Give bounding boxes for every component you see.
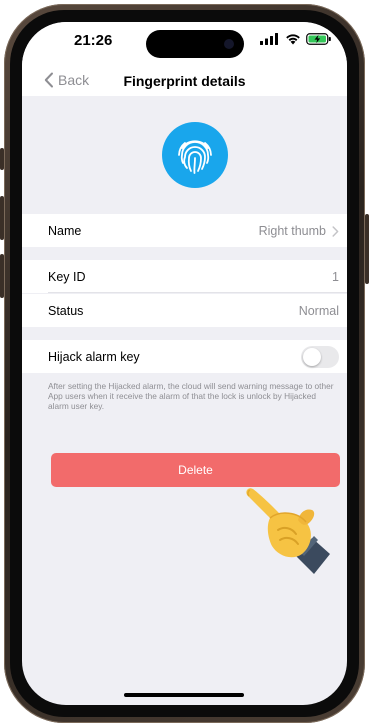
volume-down-button [0,254,4,298]
hijack-alarm-row: Hijack alarm key [22,340,347,373]
name-value: Right thumb [259,224,339,238]
row-divider [48,292,347,293]
front-camera [224,39,234,49]
phone-screen: 21:26 Back Fingerprint details Name Righ… [22,22,347,705]
key-id-row: Key ID 1 [22,260,347,293]
key-id-value: 1 [332,270,339,284]
battery-charging-icon [306,33,331,45]
status-bar: 21:26 [22,22,347,72]
hijack-alarm-toggle[interactable] [301,346,339,368]
status-time: 21:26 [74,32,113,49]
toggle-knob [303,348,321,366]
fingerprint-header [22,96,347,214]
key-id-label: Key ID [48,270,86,284]
hijack-alarm-note: After setting the Hijacked alarm, the cl… [48,381,334,411]
navigation-bar: Back Fingerprint details [22,66,347,96]
chevron-right-icon [332,225,339,237]
delete-label: Delete [178,463,213,477]
volume-up-button [0,196,4,240]
fingerprint-badge [162,122,228,188]
pointing-hand-icon [246,488,330,574]
power-button [365,214,369,284]
status-value: Normal [298,304,339,318]
status-icons [260,33,332,45]
home-indicator [124,693,244,697]
hijack-alarm-label: Hijack alarm key [48,350,140,364]
status-row: Status Normal [22,294,347,327]
signal-icon [260,33,278,45]
action-button [0,148,4,170]
wifi-icon [286,34,300,45]
status-label: Status [48,304,84,318]
name-row[interactable]: Name Right thumb [22,214,347,247]
fingerprint-icon [178,140,212,174]
name-label: Name [48,224,82,238]
name-value-text: Right thumb [258,224,326,238]
dynamic-island [146,30,244,58]
page-title: Fingerprint details [123,73,246,89]
